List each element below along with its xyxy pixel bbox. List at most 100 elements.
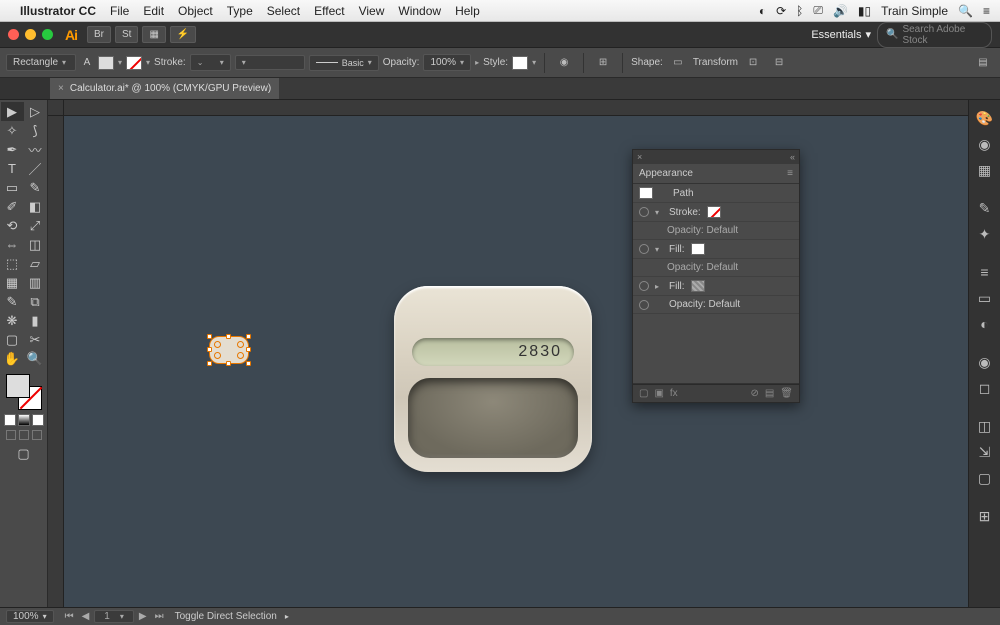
status-chevron-icon[interactable]: ▸ [285, 612, 289, 621]
stroke-weight-input[interactable]: ⌄ ▾ [190, 54, 231, 71]
panel-dragbar[interactable]: × « [633, 150, 799, 164]
menu-help[interactable]: Help [455, 4, 480, 18]
arrange-button[interactable]: ▦ [142, 26, 165, 43]
status-dnd-icon[interactable]: ◐ [759, 4, 766, 18]
window-minimize-button[interactable] [25, 29, 36, 40]
status-sync-icon[interactable]: ⟳ [776, 4, 786, 18]
shaper-tool[interactable]: ✐ [1, 197, 24, 216]
screen-mode-button[interactable]: ▢ [12, 444, 35, 463]
artboard-input[interactable]: 1▾ [94, 610, 134, 623]
visibility-toggle[interactable] [639, 244, 649, 254]
gradient-tool[interactable]: ▥ [24, 273, 47, 292]
selected-rectangle[interactable] [209, 336, 249, 364]
stock-button[interactable]: St [115, 26, 138, 43]
fill-swatch[interactable] [691, 243, 705, 255]
opacity-row-label[interactable]: Opacity: Default [667, 225, 738, 236]
visibility-toggle[interactable] [639, 281, 649, 291]
document-tab[interactable]: × Calculator.ai* @ 100% (CMYK/GPU Previe… [50, 78, 279, 99]
color-mode-button[interactable] [4, 414, 16, 426]
status-bluetooth-icon[interactable]: ᛒ [796, 4, 803, 18]
swatches-panel-button[interactable]: ▦ [972, 158, 998, 182]
appearance-panel-button[interactable]: ◉ [972, 350, 998, 374]
rotate-tool[interactable]: ⟲ [1, 216, 24, 235]
menu-file[interactable]: File [110, 4, 129, 18]
fill-row-label[interactable]: Fill: [669, 244, 685, 255]
fill-color-icon[interactable] [6, 374, 30, 398]
symbol-sprayer-tool[interactable]: ❋ [1, 311, 24, 330]
resize-handle[interactable] [226, 334, 231, 339]
corner-widget[interactable] [214, 341, 221, 348]
graphic-styles-panel-button[interactable]: ◻ [972, 376, 998, 400]
status-display-icon[interactable]: ⎚ [813, 3, 823, 18]
libraries-panel-button[interactable]: ⊞ [972, 504, 998, 528]
draw-behind-button[interactable] [19, 430, 29, 440]
resize-handle[interactable] [246, 361, 251, 366]
panel-menu-icon[interactable]: ≡ [787, 168, 793, 179]
brushes-panel-button[interactable]: ✎ [972, 196, 998, 220]
spotlight-icon[interactable]: 🔍 [958, 4, 973, 18]
layers-panel-button[interactable]: ◫ [972, 414, 998, 438]
type-tool[interactable]: T [1, 159, 24, 178]
status-volume-icon[interactable]: 🔊 [833, 4, 848, 18]
ruler-left[interactable] [48, 116, 64, 607]
width-tool[interactable]: ⇔ [1, 235, 24, 254]
draw-normal-button[interactable] [6, 430, 16, 440]
menu-extras-icon[interactable]: ≡ [983, 4, 990, 18]
tab-close-icon[interactable]: × [58, 83, 64, 94]
graph-tool[interactable]: ▮ [24, 311, 47, 330]
fill-row-label[interactable]: Fill: [669, 281, 685, 292]
corner-widget[interactable] [237, 341, 244, 348]
duplicate-button[interactable]: ▤ [765, 388, 774, 399]
transparency-panel-button[interactable]: ◐ [972, 312, 998, 336]
none-mode-button[interactable] [32, 414, 44, 426]
bridge-button[interactable]: Br [87, 26, 111, 43]
collapse-icon[interactable]: « [790, 152, 795, 162]
corner-widget[interactable] [237, 352, 244, 359]
chevron-right-icon[interactable]: ▸ [655, 282, 663, 291]
artboards-panel-button[interactable]: ▢ [972, 466, 998, 490]
zoom-dropdown[interactable]: 100%▾ [6, 610, 54, 623]
zoom-tool[interactable]: 🔍 [24, 349, 47, 368]
eraser-tool[interactable]: ◧ [24, 197, 47, 216]
menu-effect[interactable]: Effect [314, 4, 344, 18]
symbols-panel-button[interactable]: ✦ [972, 222, 998, 246]
free-transform-tool[interactable]: ◫ [24, 235, 47, 254]
gradient-mode-button[interactable] [18, 414, 30, 426]
stroke-swatch[interactable] [707, 206, 721, 218]
stock-search-input[interactable]: 🔍 Search Adobe Stock [877, 22, 992, 48]
stroke-panel-button[interactable]: ≡ [972, 260, 998, 284]
shape-builder-tool[interactable]: ⬚ [1, 254, 24, 273]
resize-handle[interactable] [246, 347, 251, 352]
artboard-tool[interactable]: ▢ [1, 330, 24, 349]
line-tool[interactable]: ／ [24, 159, 47, 178]
selection-tool[interactable]: ▶ [1, 102, 24, 121]
panel-menu-button[interactable]: ▤ [972, 53, 994, 73]
clear-button[interactable]: ⊘ [750, 388, 758, 399]
workspace-switcher[interactable]: Essentials ▾ [811, 28, 871, 41]
add-fill-button[interactable]: ▣ [654, 388, 663, 399]
resize-handle[interactable] [207, 347, 212, 352]
opacity-input[interactable]: 100%▾ [423, 54, 471, 71]
hand-tool[interactable]: ✋ [1, 349, 24, 368]
resize-handle[interactable] [207, 361, 212, 366]
scale-tool[interactable]: ⤢ [24, 216, 47, 235]
opacity-row-label[interactable]: Opacity: Default [669, 299, 740, 310]
slice-tool[interactable]: ✂ [24, 330, 47, 349]
prev-artboard-button[interactable]: ◀ [79, 611, 93, 622]
window-zoom-button[interactable] [42, 29, 53, 40]
color-panel-button[interactable]: 🎨 [972, 106, 998, 130]
blend-tool[interactable]: ⧉ [24, 292, 47, 311]
graphic-style-swatch[interactable] [512, 56, 528, 70]
menu-app[interactable]: Illustrator CC [20, 4, 96, 18]
fill-stroke-indicator[interactable] [6, 374, 42, 410]
visibility-toggle[interactable] [639, 300, 649, 310]
text-anchor-icon[interactable]: A [80, 57, 94, 68]
visibility-toggle[interactable] [639, 207, 649, 217]
color-guide-panel-button[interactable]: ◉ [972, 132, 998, 156]
asset-export-panel-button[interactable]: ⇲ [972, 440, 998, 464]
delete-button[interactable]: 🗑 [780, 388, 793, 399]
shape-type-dropdown[interactable]: Rectangle ▾ [6, 54, 76, 71]
brush-dropdown[interactable]: Basic ▾ [309, 55, 379, 71]
window-close-button[interactable] [8, 29, 19, 40]
resize-handle[interactable] [207, 334, 212, 339]
